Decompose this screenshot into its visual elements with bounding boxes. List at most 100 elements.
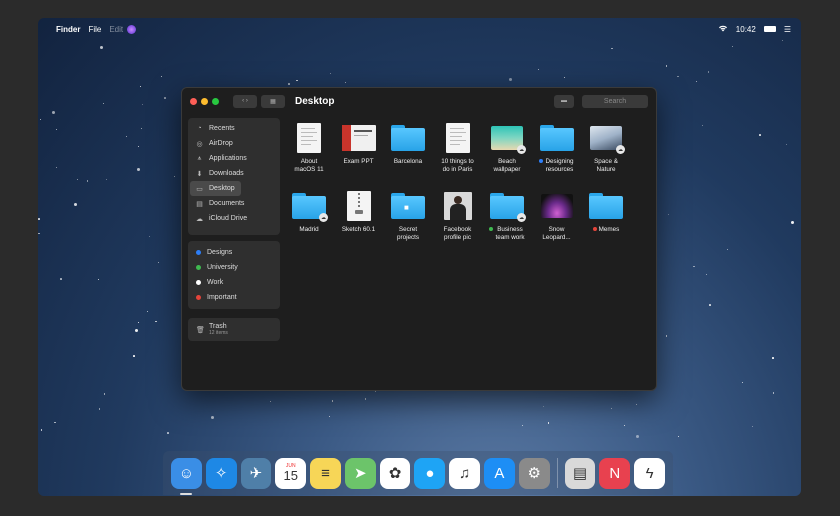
- clock[interactable]: 10:42: [736, 25, 756, 34]
- file-item[interactable]: ■ Secret projects: [385, 190, 431, 241]
- file-item[interactable]: 10 things to do in Paris: [435, 122, 481, 173]
- sidebar-item-documents[interactable]: ▤ Documents: [188, 196, 280, 211]
- desktop-icon: ▭: [196, 185, 203, 193]
- finder-icon[interactable]: ☺: [171, 457, 202, 495]
- music-icon[interactable]: ♫: [449, 457, 481, 489]
- sidebar-item-recents[interactable]: ◔ Recents: [188, 121, 280, 136]
- control-center-icon[interactable]: ☰: [784, 25, 791, 34]
- minimize-button[interactable]: [201, 97, 208, 105]
- file-item[interactable]: Memes: [583, 190, 629, 234]
- file-item[interactable]: Facebook profile pic: [435, 190, 481, 241]
- file-item[interactable]: Snow Leopard...: [534, 190, 580, 241]
- menu-edit[interactable]: Edit: [109, 25, 123, 34]
- cloud-download-icon[interactable]: ☁: [517, 213, 526, 222]
- file-item[interactable]: ☁ Business team work: [484, 190, 530, 241]
- trash-label: Trash: [209, 322, 227, 330]
- file-thumbnail: ☁: [484, 122, 530, 154]
- tag-dot-icon: [196, 265, 201, 270]
- sidebar-item-label: Downloads: [209, 170, 244, 177]
- safari-icon[interactable]: ✧: [205, 457, 237, 489]
- window-title: Desktop: [295, 95, 335, 107]
- zoom-button[interactable]: [212, 97, 219, 105]
- star: [74, 202, 78, 206]
- share-button[interactable]: ▬: [554, 94, 574, 108]
- maps-icon[interactable]: ➤: [344, 457, 376, 489]
- trash-count: 12 items: [209, 329, 228, 336]
- star: [138, 146, 140, 148]
- messages-icon[interactable]: ●: [414, 457, 446, 489]
- app-store-icon[interactable]: A: [484, 457, 515, 489]
- tag-university[interactable]: University: [188, 260, 280, 275]
- star: [296, 79, 298, 82]
- file-label: Facebook profile pic: [435, 226, 481, 241]
- file-thumbnail: ■: [385, 190, 431, 222]
- star: [790, 220, 794, 224]
- news-icon[interactable]: N: [599, 457, 631, 489]
- sidebar-item-downloads[interactable]: ⬇ Downloads: [188, 166, 280, 181]
- sidebar-item-desktop[interactable]: ▭ Desktop: [190, 181, 241, 196]
- file-thumbnail: [336, 122, 382, 154]
- tag-important[interactable]: Important: [188, 290, 280, 305]
- file-label: Space & Nature: [583, 158, 629, 173]
- file-item[interactable]: Exam PPT: [336, 122, 382, 166]
- file-name: About: [300, 158, 318, 165]
- cloud-download-icon[interactable]: ☁: [319, 213, 328, 222]
- star: [702, 124, 704, 126]
- file-name-line2: wallpaper: [493, 165, 521, 173]
- file-item[interactable]: About macOS 11: [286, 122, 332, 173]
- file-item[interactable]: ☁ Madrid: [286, 190, 332, 234]
- battery-icon[interactable]: [763, 26, 776, 32]
- star: [564, 77, 566, 79]
- cloud-download-icon[interactable]: ☁: [517, 145, 526, 154]
- file-name-line2: macOS 11: [294, 165, 324, 173]
- file-item[interactable]: Designing resources: [534, 122, 580, 173]
- applications-icon: ⩚: [197, 154, 202, 162]
- sidebar-trash[interactable]: 🗑 Trash 12 items: [188, 318, 280, 341]
- star: [125, 135, 127, 137]
- star: [86, 180, 89, 182]
- sidebar-item-applications[interactable]: ⩚ Applications: [188, 151, 280, 166]
- notes-icon[interactable]: ≡: [310, 457, 341, 489]
- close-button[interactable]: [190, 97, 197, 105]
- file-item[interactable]: Sketch 60.1: [336, 190, 382, 234]
- file-name: Space &: [594, 158, 618, 165]
- back-forward-button[interactable]: ‹ ›: [233, 94, 257, 108]
- file-item[interactable]: ☁ Space & Nature: [583, 122, 629, 173]
- file-name-line2: projects: [396, 233, 420, 241]
- star: [772, 392, 775, 394]
- file-name: Designing: [545, 158, 574, 165]
- file-item[interactable]: ☁ Beach wallpaper: [484, 122, 530, 173]
- tag-designs[interactable]: Designs: [188, 245, 280, 260]
- sidebar-item-airdrop[interactable]: ◎ AirDrop: [188, 136, 280, 151]
- tag-work[interactable]: Work: [188, 275, 280, 290]
- file-label: Beach wallpaper: [484, 158, 530, 173]
- siri-icon[interactable]: [127, 24, 137, 34]
- file-label: Designing resources: [534, 158, 580, 173]
- preview-icon[interactable]: ✈: [240, 457, 272, 489]
- star: [611, 47, 613, 50]
- view-mode-button[interactable]: ▦: [261, 94, 285, 108]
- system-preferences-icon[interactable]: ⚙: [518, 457, 550, 489]
- star: [636, 403, 638, 405]
- sidebar-item-label: iCloud Drive: [209, 215, 248, 222]
- file-item[interactable]: Barcelona: [385, 122, 431, 166]
- calendar-icon[interactable]: JUN 15: [275, 457, 307, 489]
- menu-file[interactable]: File: [88, 25, 101, 34]
- sidebar-item-icloud-drive[interactable]: ☁ iCloud Drive: [188, 211, 280, 226]
- star: [665, 65, 668, 67]
- wifi-icon[interactable]: [718, 24, 728, 34]
- photos-icon[interactable]: ✿: [379, 457, 411, 489]
- documents-stack-icon[interactable]: ▤: [564, 457, 596, 489]
- messenger-icon[interactable]: ϟ: [634, 457, 665, 489]
- star: [331, 400, 334, 402]
- file-label: Sketch 60.1: [336, 226, 382, 234]
- file-thumbnail: ☁: [286, 190, 332, 222]
- file-name-line2: Nature: [596, 165, 616, 173]
- clock-icon: ◔: [197, 125, 202, 132]
- search-field[interactable]: Search: [582, 94, 648, 108]
- menu-app-name[interactable]: Finder: [56, 25, 80, 34]
- document-icon: [297, 123, 321, 153]
- trash-item[interactable]: 🗑 Trash 12 items: [188, 318, 280, 341]
- cloud-download-icon[interactable]: ☁: [616, 145, 625, 154]
- tag-label: University: [207, 264, 238, 271]
